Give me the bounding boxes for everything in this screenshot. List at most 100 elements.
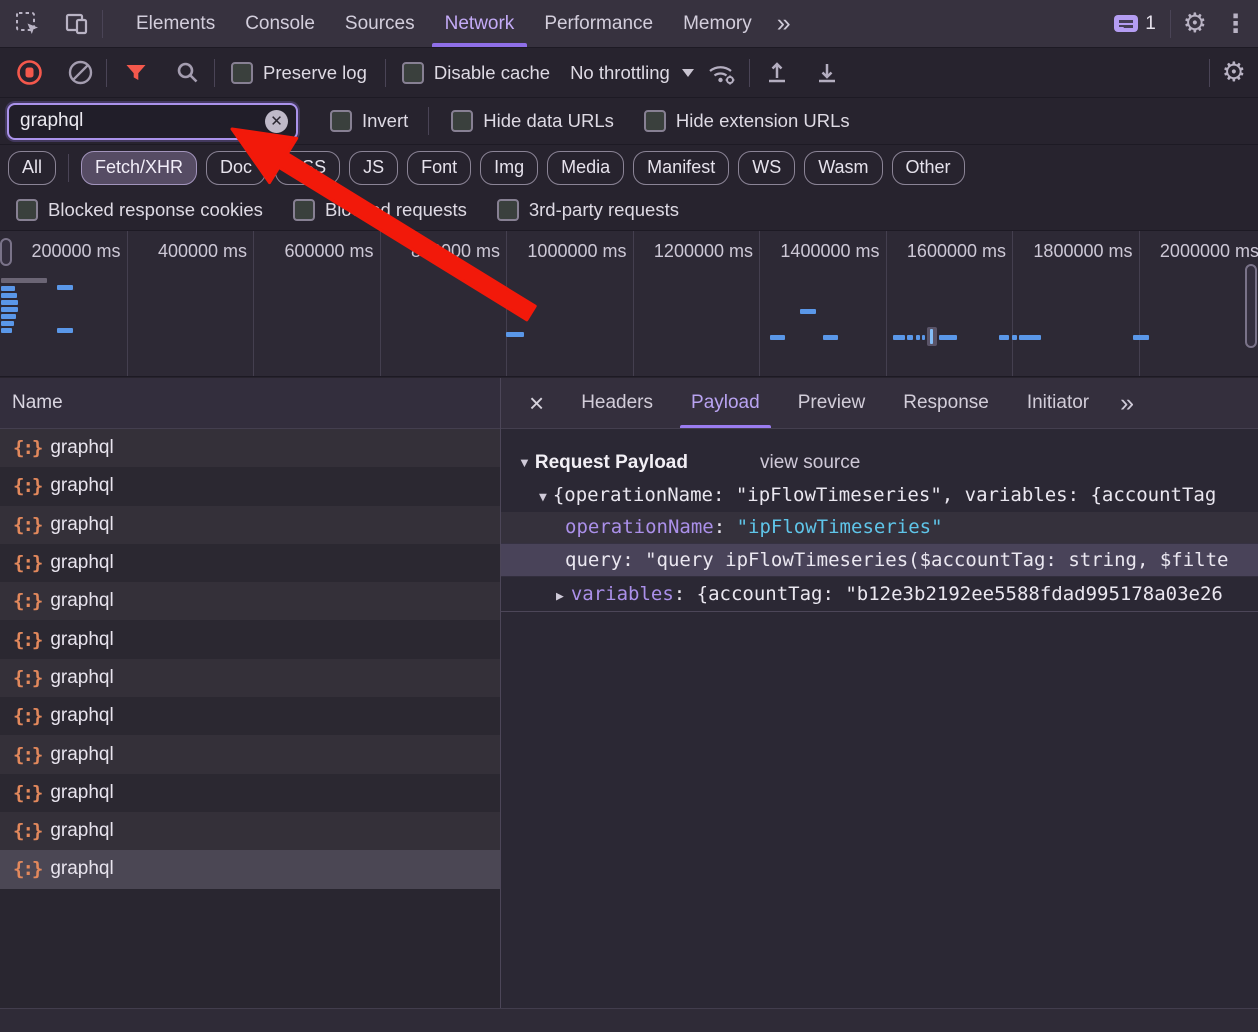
- record-network-log-icon[interactable]: [0, 59, 55, 86]
- device-toolbar-icon[interactable]: [51, 10, 102, 37]
- request-name: graphql: [50, 858, 114, 880]
- network-overview-timeline[interactable]: 200000 ms 400000 ms 600000 ms 800000 ms 1000…: [0, 231, 1258, 377]
- export-har-icon[interactable]: [802, 60, 852, 86]
- detail-tab-headers[interactable]: Headers: [562, 378, 672, 428]
- third-party-checkbox[interactable]: [496, 199, 519, 221]
- filter-chip-img[interactable]: Img: [480, 150, 539, 185]
- preserve-log-checkbox[interactable]: [231, 61, 253, 84]
- detail-tab-payload[interactable]: Payload: [672, 378, 779, 428]
- detail-tab-initiator[interactable]: Initiator: [1008, 378, 1108, 428]
- invert-option[interactable]: Invert: [330, 110, 408, 132]
- fetch-xhr-icon: {:}: [13, 628, 43, 651]
- timeline-gridline: [126, 231, 128, 376]
- request-detail-pane: × Headers Payload Preview Response Initi…: [501, 378, 1258, 1032]
- kebab-menu-icon[interactable]: ⋮: [1219, 9, 1258, 39]
- close-detail-icon[interactable]: ×: [519, 390, 554, 416]
- tab-network[interactable]: Network: [430, 0, 530, 47]
- more-panels-icon[interactable]: »: [767, 9, 799, 38]
- request-row[interactable]: {:} graphql: [0, 429, 500, 468]
- preserve-log-option[interactable]: Preserve log: [231, 61, 367, 84]
- blocked-requests-option[interactable]: Blocked requests: [292, 199, 467, 221]
- expand-triangle-icon[interactable]: ▶: [556, 580, 564, 611]
- clear-network-log-icon[interactable]: [55, 59, 106, 86]
- waterfall-bar-gray: [1, 278, 47, 283]
- hide-data-urls-option[interactable]: Hide data URLs: [451, 110, 614, 132]
- tab-elements[interactable]: Elements: [121, 0, 230, 47]
- third-party-option[interactable]: 3rd-party requests: [496, 199, 679, 221]
- detail-tab-response[interactable]: Response: [884, 378, 1008, 428]
- request-name: graphql: [50, 666, 114, 688]
- request-row[interactable]: {:} graphql: [0, 543, 500, 583]
- filter-funnel-icon[interactable]: [107, 61, 161, 85]
- clear-filter-icon[interactable]: ✕: [265, 109, 288, 133]
- network-settings-gear-icon[interactable]: ⚙: [1210, 57, 1258, 88]
- hide-extension-urls-checkbox[interactable]: [643, 110, 666, 132]
- import-har-icon[interactable]: [750, 60, 802, 86]
- query-row-highlighted[interactable]: query: "query ipFlowTimeseries($accountT…: [501, 543, 1258, 577]
- filter-chip-fetchxhr[interactable]: Fetch/XHR: [81, 150, 198, 185]
- disable-cache-checkbox[interactable]: [401, 61, 424, 84]
- filter-chip-doc[interactable]: Doc: [206, 150, 267, 185]
- invert-checkbox[interactable]: [330, 110, 352, 132]
- payload-preview-line[interactable]: ▼ {operationName: "ipFlowTimeseries", var…: [501, 478, 1258, 512]
- filter-chip-other[interactable]: Other: [891, 150, 965, 185]
- waterfall-bar: [1, 314, 16, 319]
- more-detail-tabs-icon[interactable]: »: [1120, 389, 1134, 418]
- name-column-header[interactable]: Name: [0, 378, 500, 429]
- detail-tab-preview[interactable]: Preview: [779, 378, 885, 428]
- timeline-label: 800000 ms: [410, 241, 500, 261]
- fetch-xhr-icon: {:}: [13, 552, 43, 575]
- operation-name-row[interactable]: operationName: "ipFlowTimeseries": [501, 512, 1258, 543]
- waterfall-bar: [800, 309, 816, 314]
- filter-chip-js[interactable]: JS: [349, 150, 399, 185]
- disable-cache-option[interactable]: Disable cache: [401, 61, 551, 84]
- request-row[interactable]: {:} graphql: [0, 620, 500, 659]
- overview-left-handle[interactable]: [0, 238, 12, 266]
- timeline-label: 2000000 ms: [1159, 241, 1258, 261]
- search-icon[interactable]: [161, 60, 214, 85]
- filter-chip-ws[interactable]: WS: [738, 150, 796, 185]
- waterfall-bar: [1, 307, 18, 312]
- request-row[interactable]: {:} graphql: [0, 505, 500, 544]
- expand-triangle-icon[interactable]: ▼: [539, 481, 547, 512]
- tab-performance[interactable]: Performance: [529, 0, 668, 47]
- filter-chip-font[interactable]: Font: [407, 150, 472, 185]
- view-source-link[interactable]: view source: [760, 448, 860, 478]
- blocked-cookies-option[interactable]: Blocked response cookies: [16, 199, 263, 221]
- blocked-requests-checkbox[interactable]: [292, 199, 315, 221]
- filter-chip-css[interactable]: CSS: [275, 150, 341, 185]
- tab-sources[interactable]: Sources: [330, 0, 430, 47]
- waterfall-bar: [1, 300, 18, 305]
- disable-cache-label: Disable cache: [433, 61, 551, 83]
- request-row[interactable]: {:} graphql: [0, 811, 500, 851]
- hide-data-urls-checkbox[interactable]: [451, 110, 474, 132]
- tab-console[interactable]: Console: [230, 0, 330, 47]
- filter-chip-wasm[interactable]: Wasm: [804, 150, 883, 185]
- request-row[interactable]: {:} graphql: [0, 582, 500, 621]
- overview-right-handle[interactable]: [1245, 264, 1257, 348]
- tab-memory[interactable]: Memory: [668, 0, 767, 47]
- settings-gear-icon[interactable]: ⚙: [1171, 8, 1219, 39]
- waterfall-bar: [999, 335, 1009, 340]
- request-row[interactable]: {:} graphql: [0, 467, 500, 506]
- issues-counter[interactable]: 1: [1114, 13, 1156, 35]
- request-row[interactable]: {:} graphql: [0, 658, 500, 698]
- blocked-cookies-checkbox[interactable]: [16, 199, 38, 221]
- requests-list: {:} graphql {:} graphql {:} graphql {:} graphql…: [0, 429, 500, 889]
- filter-chip-media[interactable]: Media: [547, 150, 625, 185]
- request-row[interactable]: {:} graphql: [0, 735, 500, 774]
- waterfall-bar: [916, 335, 920, 340]
- filter-chip-all[interactable]: All: [8, 150, 57, 185]
- waterfall-bar: [930, 329, 933, 344]
- request-row[interactable]: {:} graphql: [0, 850, 500, 889]
- hide-extension-urls-option[interactable]: Hide extension URLs: [643, 110, 850, 132]
- variables-row[interactable]: ▶ variables: {accountTag: "b12e3b2192ee55…: [501, 577, 1258, 612]
- filter-chip-manifest[interactable]: Manifest: [633, 150, 730, 185]
- inspect-element-icon[interactable]: [0, 10, 51, 37]
- request-row[interactable]: {:} graphql: [0, 773, 500, 812]
- request-row[interactable]: {:} graphql: [0, 697, 500, 736]
- filter-input[interactable]: graphql ✕: [7, 102, 298, 140]
- throttling-select[interactable]: No throttling: [570, 62, 694, 84]
- network-conditions-icon[interactable]: [694, 59, 749, 86]
- collapse-triangle-icon[interactable]: ▼: [518, 448, 531, 478]
